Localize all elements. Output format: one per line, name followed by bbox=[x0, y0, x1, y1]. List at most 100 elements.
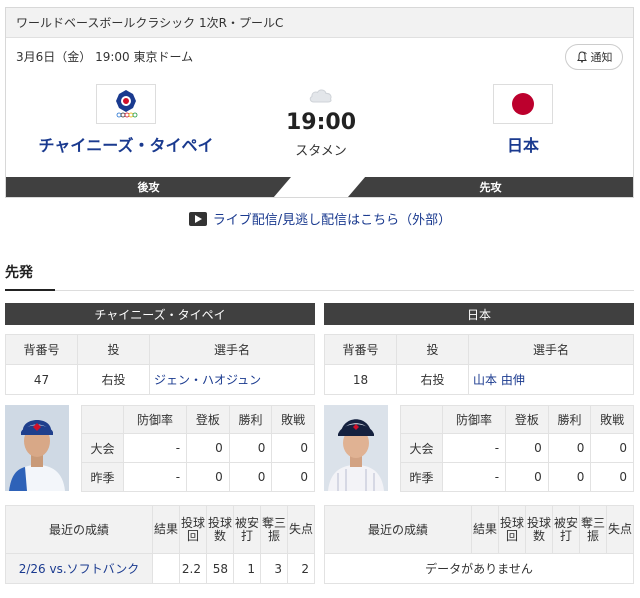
player-throw: 右投 bbox=[77, 364, 150, 395]
player-photo bbox=[5, 405, 69, 491]
away-team-name[interactable]: チャイニーズ・タイペイ bbox=[6, 132, 246, 156]
hits-value: 1 bbox=[233, 553, 261, 584]
pitches-value: 58 bbox=[206, 553, 234, 584]
game-time: 19:00 bbox=[285, 110, 357, 135]
chinese-taipei-flag-icon bbox=[96, 84, 156, 124]
games-header: 登板 bbox=[186, 405, 230, 434]
ip-value: 2.2 bbox=[179, 553, 207, 584]
losses-header: 敗戦 bbox=[590, 405, 634, 434]
game-status: スタメン bbox=[295, 144, 347, 159]
recent-results-table: 最近の成績 結果 投球回 投球数 被安打 奪三振 失点 2/26 vs.ソフトバ… bbox=[5, 505, 315, 584]
throw-header: 投 bbox=[396, 334, 469, 365]
recent-header: 最近の成績 bbox=[324, 505, 472, 554]
recent-header: 最近の成績 bbox=[5, 505, 153, 554]
player-number: 18 bbox=[324, 364, 397, 395]
stats-table: 防御率 登板 勝利 敗戦 大会 - 0 0 0 昨季 - 0 0 0 bbox=[400, 405, 634, 492]
recent-game-link[interactable]: 2/26 vs.ソフトバンク bbox=[5, 553, 153, 584]
table-row: 2/26 vs.ソフトバンク 2.2 58 1 3 2 bbox=[5, 553, 315, 584]
last-season-label: 昨季 bbox=[400, 462, 443, 492]
table-row: 大会 - 0 0 0 bbox=[81, 433, 315, 463]
ip-header: 投球回 bbox=[179, 505, 207, 554]
table-row: 47 右投 ジェン・ハオジュン bbox=[5, 364, 315, 395]
away-pitcher-stats: 防御率 登板 勝利 敗戦 大会 - 0 0 0 昨季 - 0 0 0 bbox=[5, 405, 315, 492]
so-value: 3 bbox=[260, 553, 288, 584]
losses-value: 0 bbox=[590, 462, 634, 492]
wins-value: 0 bbox=[228, 462, 273, 492]
stats-table: 防御率 登板 勝利 敗戦 大会 - 0 0 0 昨季 - 0 0 0 bbox=[81, 405, 315, 492]
name-header: 選手名 bbox=[149, 334, 315, 365]
losses-value: 0 bbox=[590, 433, 634, 463]
era-value: - bbox=[441, 433, 507, 463]
table-row: 昨季 - 0 0 0 bbox=[400, 462, 634, 492]
player-number: 47 bbox=[5, 364, 78, 395]
pitches-header: 投球数 bbox=[525, 505, 553, 554]
away-starter-table: 背番号 投 選手名 47 右投 ジェン・ハオジュン bbox=[5, 334, 315, 395]
era-header: 防御率 bbox=[441, 405, 507, 434]
er-header: 失点 bbox=[287, 505, 315, 554]
hits-header: 被安打 bbox=[552, 505, 580, 554]
away-team[interactable]: チャイニーズ・タイペイ bbox=[6, 84, 246, 156]
wins-header: 勝利 bbox=[547, 405, 592, 434]
wins-value: 0 bbox=[547, 433, 592, 463]
play-icon bbox=[188, 211, 207, 226]
home-team-name[interactable]: 日本 bbox=[403, 132, 640, 156]
home-starter-table: 背番号 投 選手名 18 右投 山本 由伸 bbox=[324, 334, 634, 395]
result-header: 結果 bbox=[471, 505, 499, 554]
games-header: 登板 bbox=[505, 405, 549, 434]
table-row: 昨季 - 0 0 0 bbox=[81, 462, 315, 492]
losses-value: 0 bbox=[271, 433, 315, 463]
er-header: 失点 bbox=[606, 505, 634, 554]
tournament-title: ワールドベースボールクラシック 1次R・プールC bbox=[6, 8, 633, 38]
game-card: ワールドベースボールクラシック 1次R・プールC 3月6日（金） 19:00 東… bbox=[5, 7, 634, 198]
away-bat-order: 後攻 bbox=[6, 177, 291, 197]
notify-label: 通知 bbox=[590, 51, 613, 64]
player-name-link[interactable]: ジェン・ハオジュン bbox=[149, 364, 315, 395]
result-header: 結果 bbox=[152, 505, 180, 554]
away-starter-team: チャイニーズ・タイペイ bbox=[5, 303, 315, 325]
section-divider bbox=[5, 290, 634, 291]
games-value: 0 bbox=[186, 433, 230, 463]
number-header: 背番号 bbox=[5, 334, 78, 365]
game-meta: 3月6日（金） 19:00 東京ドーム bbox=[16, 50, 194, 64]
table-row: データがありません bbox=[324, 553, 634, 584]
home-starter-column: 日本 背番号 投 選手名 18 右投 山本 由伸 防御率 登板 勝利 敗戦 大会… bbox=[324, 303, 634, 584]
so-header: 奪三振 bbox=[579, 505, 607, 554]
era-value: - bbox=[441, 462, 507, 492]
games-value: 0 bbox=[505, 462, 549, 492]
so-header: 奪三振 bbox=[260, 505, 288, 554]
losses-value: 0 bbox=[271, 462, 315, 492]
tournament-label: 大会 bbox=[400, 433, 443, 463]
japan-flag-icon bbox=[493, 84, 553, 124]
wins-value: 0 bbox=[547, 462, 592, 492]
wins-value: 0 bbox=[228, 433, 273, 463]
number-header: 背番号 bbox=[324, 334, 397, 365]
section-title: 先発 bbox=[5, 265, 33, 281]
player-photo bbox=[324, 405, 388, 491]
pitches-header: 投球数 bbox=[206, 505, 234, 554]
player-name-link[interactable]: 山本 由伸 bbox=[468, 364, 634, 395]
games-value: 0 bbox=[505, 433, 549, 463]
cloud-icon bbox=[309, 89, 332, 103]
live-stream-label[interactable]: ライブ配信/見逃し配信はこちら（外部） bbox=[213, 209, 451, 228]
live-stream-link[interactable]: ライブ配信/見逃し配信はこちら（外部） bbox=[0, 209, 640, 228]
home-bat-order: 先攻 bbox=[348, 177, 633, 197]
wins-header: 勝利 bbox=[228, 405, 273, 434]
era-header: 防御率 bbox=[122, 405, 188, 434]
era-value: - bbox=[122, 433, 188, 463]
recent-results-table: 最近の成績 結果 投球回 投球数 被安打 奪三振 失点 データがありません bbox=[324, 505, 634, 584]
game-center: 19:00 スタメン bbox=[261, 86, 381, 159]
er-value: 2 bbox=[287, 553, 315, 584]
bell-icon bbox=[576, 51, 587, 63]
section-tab-indicator bbox=[5, 289, 55, 291]
result-value bbox=[152, 553, 180, 584]
player-throw: 右投 bbox=[396, 364, 469, 395]
table-row: 18 右投 山本 由伸 bbox=[324, 364, 634, 395]
name-header: 選手名 bbox=[468, 334, 634, 365]
home-team[interactable]: 日本 bbox=[403, 84, 640, 156]
home-starter-team: 日本 bbox=[324, 303, 634, 325]
home-pitcher-stats: 防御率 登板 勝利 敗戦 大会 - 0 0 0 昨季 - 0 0 0 bbox=[324, 405, 634, 492]
throw-header: 投 bbox=[77, 334, 150, 365]
losses-header: 敗戦 bbox=[271, 405, 315, 434]
games-value: 0 bbox=[186, 462, 230, 492]
notify-button[interactable]: 通知 bbox=[565, 44, 623, 70]
